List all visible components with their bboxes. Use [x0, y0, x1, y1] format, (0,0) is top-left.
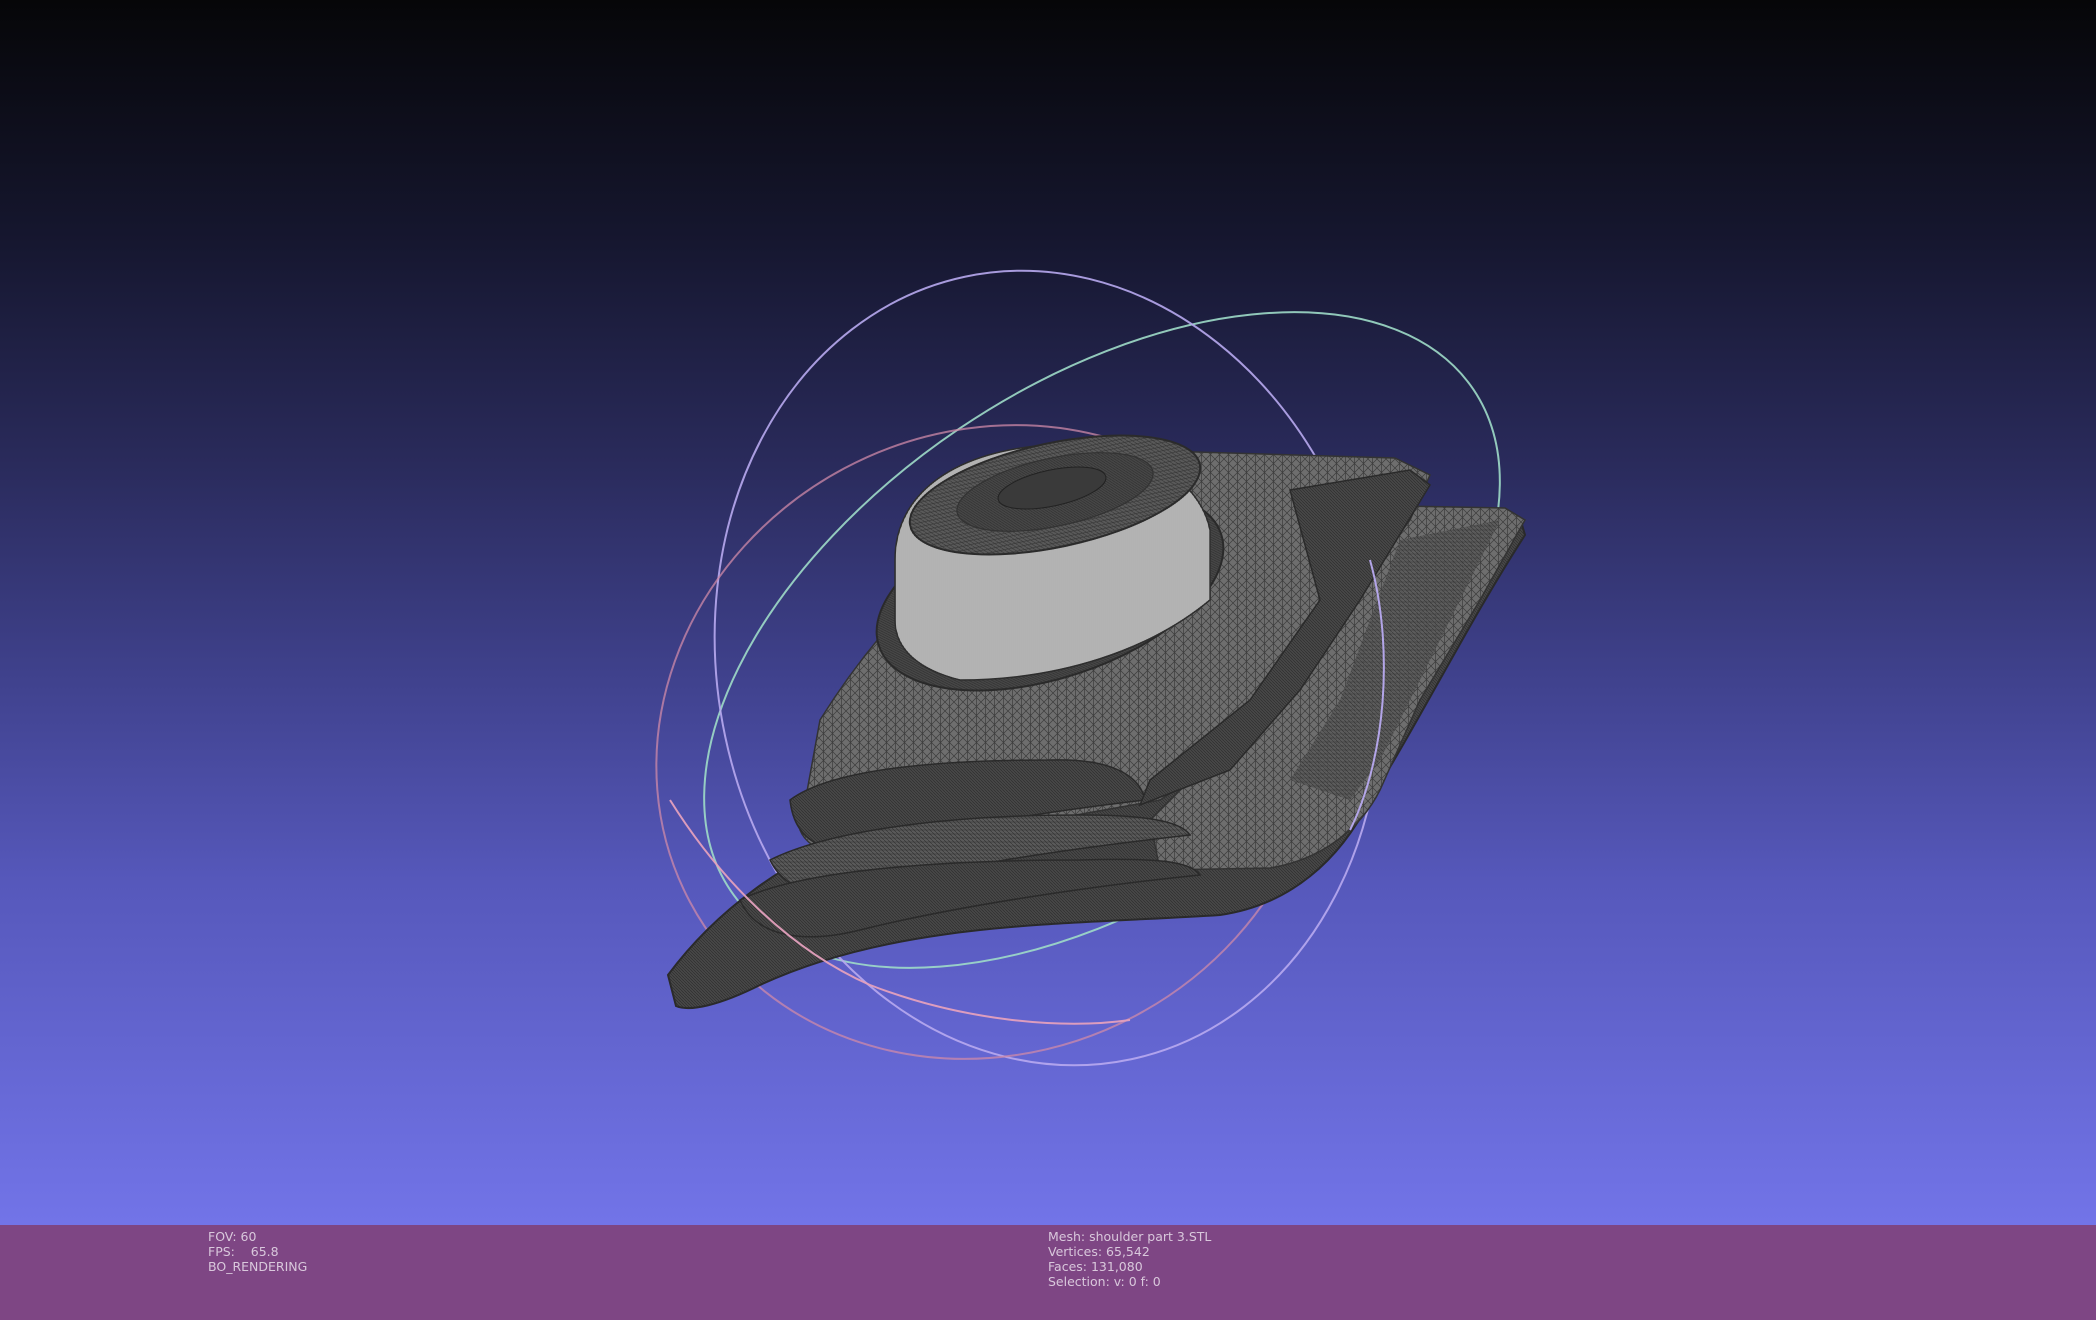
mesh-name-text: Mesh: shoulder part 3.STL: [1048, 1229, 1212, 1244]
scene-canvas[interactable]: [0, 0, 2096, 1225]
render-mode-text: BO_RENDERING: [208, 1259, 308, 1274]
vertices-text: Vertices: 65,542: [1048, 1244, 1150, 1259]
fps-text: FPS: 65.8: [208, 1244, 307, 1259]
status-bar: FOV: 60 FPS: 65.8 BO_RENDERING Mesh: sho…: [0, 1225, 2096, 1320]
faces-text: Faces: 131,080: [1048, 1259, 1143, 1274]
fov-text: FOV: 60: [208, 1229, 257, 1244]
fps-label: FPS:: [208, 1244, 235, 1259]
fps-value: 65.8: [250, 1244, 279, 1259]
selection-text: Selection: v: 0 f: 0: [1048, 1274, 1161, 1289]
mesh-info: Mesh: shoulder part 3.STL Vertices: 65,5…: [1048, 1229, 1211, 1289]
3d-viewport[interactable]: [0, 0, 2096, 1225]
render-info: FOV: 60 FPS: 65.8 BO_RENDERING: [208, 1229, 307, 1274]
mesh-model[interactable]: [666, 413, 1527, 1010]
